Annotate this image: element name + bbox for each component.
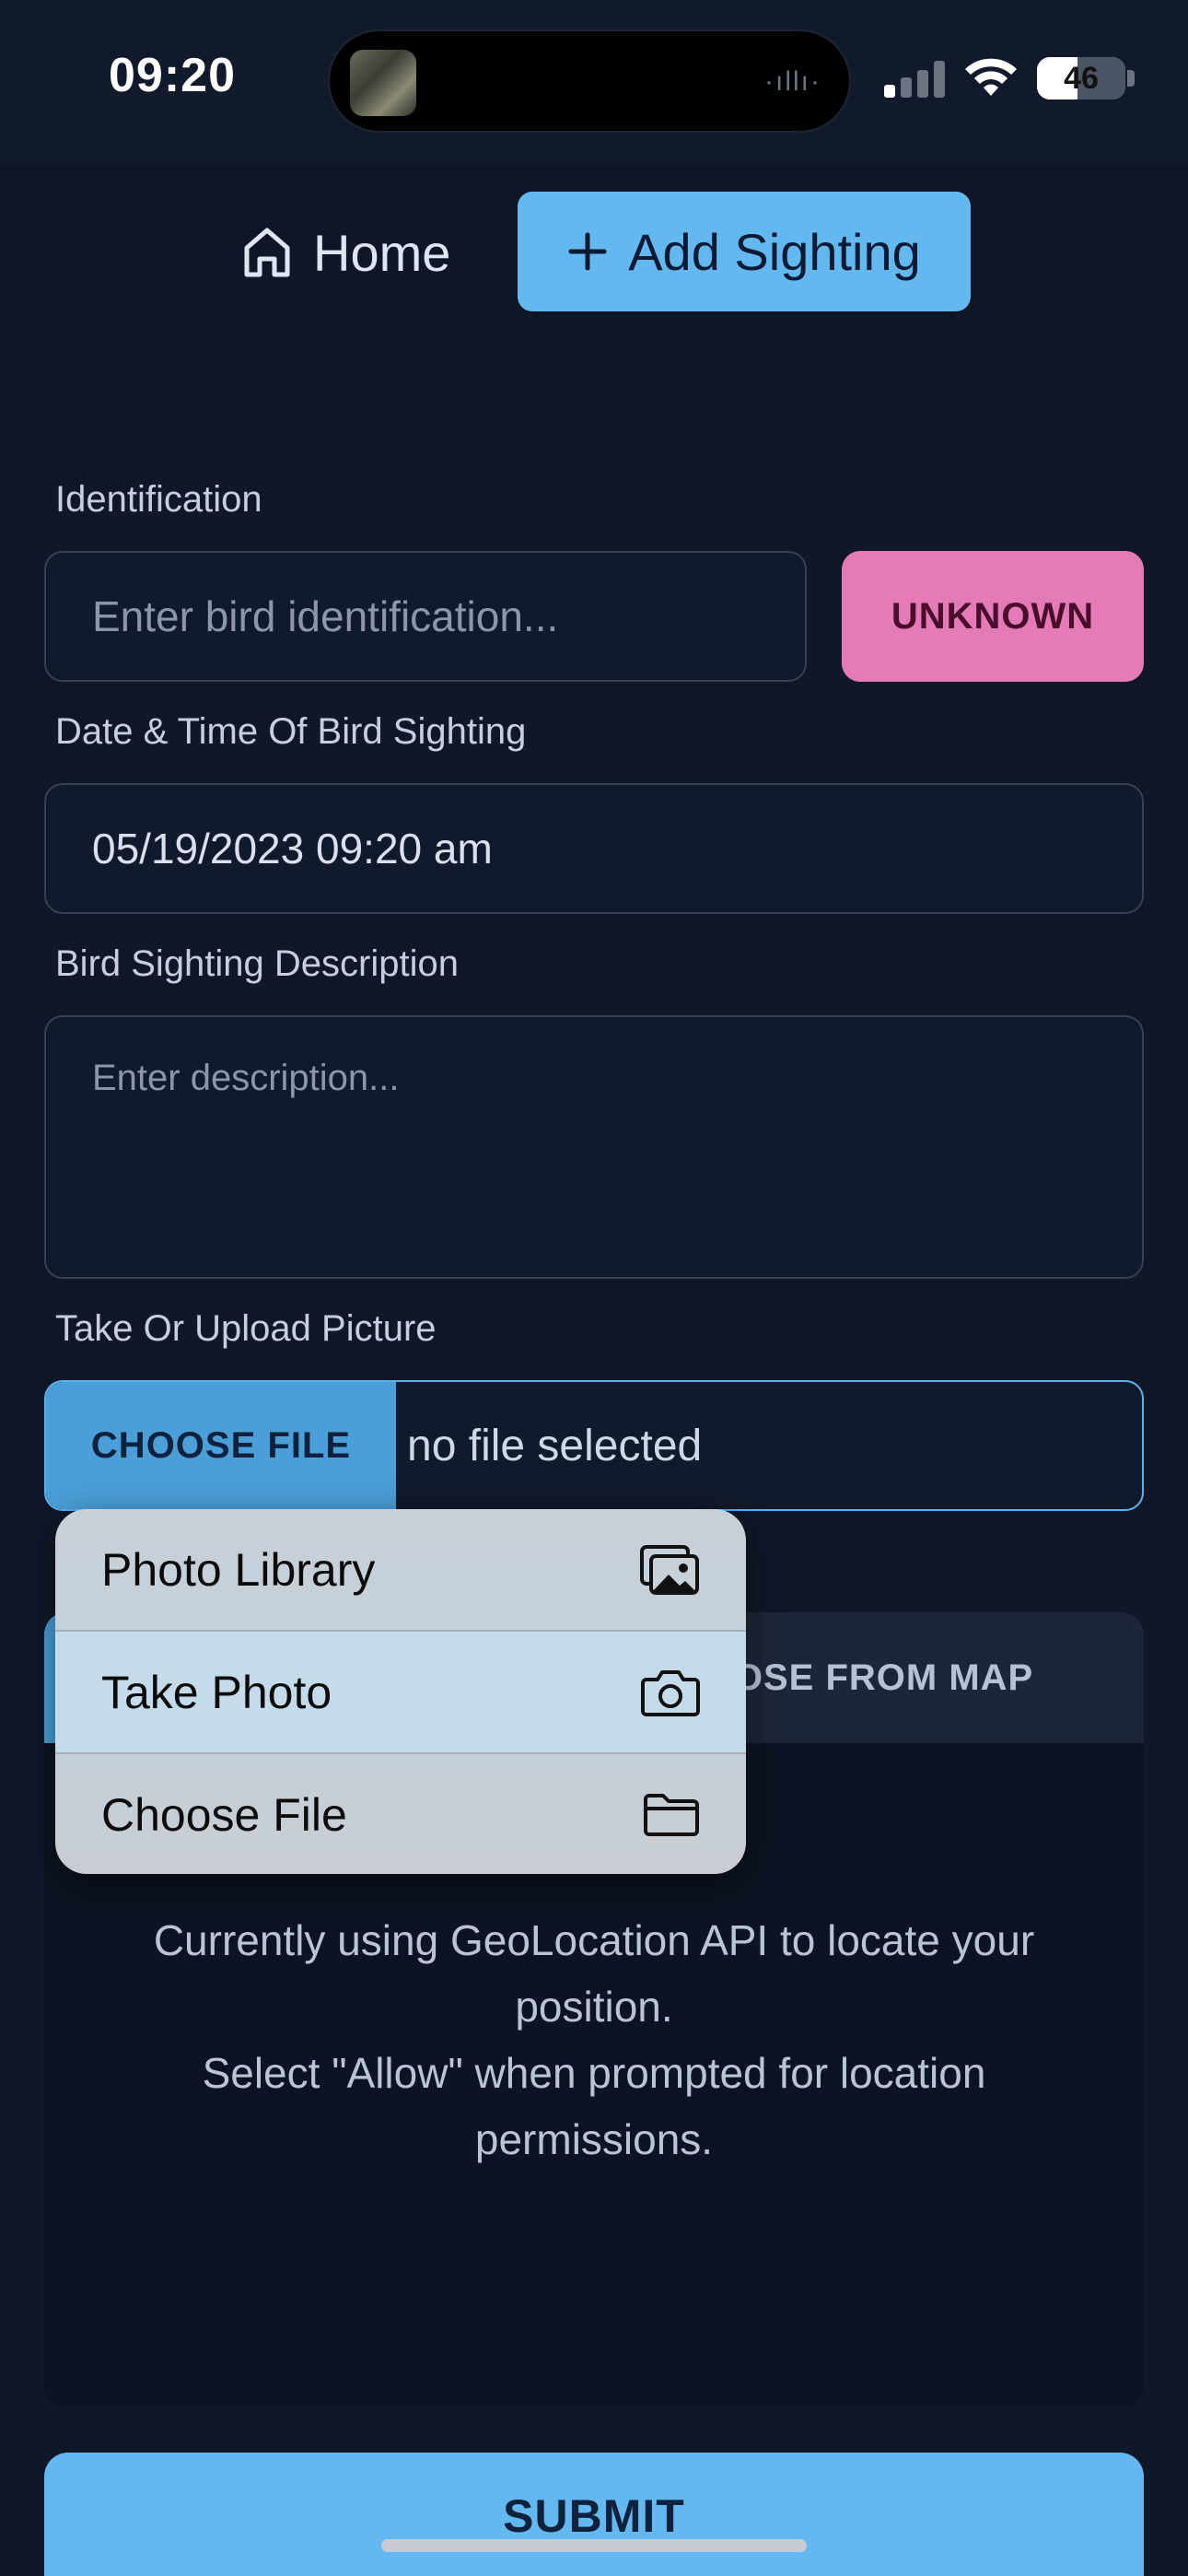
file-source-menu: Photo Library Take Photo Choose File: [55, 1509, 746, 1874]
wifi-icon: [965, 58, 1017, 96]
home-label: Home: [313, 223, 451, 282]
identification-placeholder: Enter bird identification...: [92, 592, 559, 640]
home-indicator[interactable]: [381, 2539, 807, 2552]
status-time: 09:20: [109, 49, 236, 102]
description-label: Bird Sighting Description: [55, 943, 459, 984]
identification-input[interactable]: Enter bird identification...: [44, 551, 807, 682]
menu-item-take-photo[interactable]: Take Photo: [55, 1632, 746, 1753]
file-status: no file selected: [407, 1421, 703, 1470]
cellular-signal-icon: [884, 61, 945, 98]
dynamic-island[interactable]: ·ıllı·: [328, 29, 851, 133]
battery-tip: [1127, 70, 1135, 87]
description-placeholder: Enter description...: [92, 1058, 400, 1098]
identification-label: Identification: [55, 479, 262, 520]
battery-icon: 46: [1037, 57, 1125, 100]
add-sighting-label: Add Sighting: [628, 222, 921, 281]
permission-text: Select "Allow" when prompted for locatio…: [202, 2049, 986, 2163]
menu-item-label: Choose File: [101, 1789, 347, 1841]
home-icon: [244, 228, 290, 277]
now-playing-thumbnail: [350, 50, 416, 116]
datetime-input[interactable]: 05/19/2023 09:20 am: [44, 783, 1144, 914]
audio-waveform-icon: ·ıllı·: [764, 66, 821, 97]
picture-label: Take Or Upload Picture: [55, 1308, 437, 1349]
add-sighting-button[interactable]: Add Sighting: [518, 192, 971, 311]
plus-icon: [568, 232, 607, 271]
geolocation-text: Currently using GeoLocation API to locat…: [153, 1916, 1035, 2031]
datetime-label: Date & Time Of Bird Sighting: [55, 711, 527, 752]
datetime-value: 05/19/2023 09:20 am: [92, 825, 493, 872]
unknown-button[interactable]: UNKNOWN: [842, 551, 1144, 682]
submit-button[interactable]: SUBMIT: [44, 2453, 1144, 2576]
folder-icon: [644, 1794, 699, 1836]
home-link[interactable]: Home: [241, 210, 450, 295]
camera-icon: [641, 1670, 700, 1716]
submit-label: SUBMIT: [503, 2490, 685, 2542]
menu-item-photo-library[interactable]: Photo Library: [55, 1509, 746, 1631]
description-textarea[interactable]: Enter description...: [44, 1015, 1144, 1279]
menu-item-label: Take Photo: [101, 1667, 332, 1718]
battery-percentage: 46: [1064, 61, 1099, 96]
file-input[interactable]: CHOOSE FILE no file selected: [44, 1380, 1144, 1511]
menu-item-label: Photo Library: [101, 1544, 376, 1596]
photo-library-icon: [640, 1545, 699, 1595]
menu-item-choose-file[interactable]: Choose File: [55, 1754, 746, 1874]
choose-file-button[interactable]: CHOOSE FILE: [46, 1382, 396, 1509]
